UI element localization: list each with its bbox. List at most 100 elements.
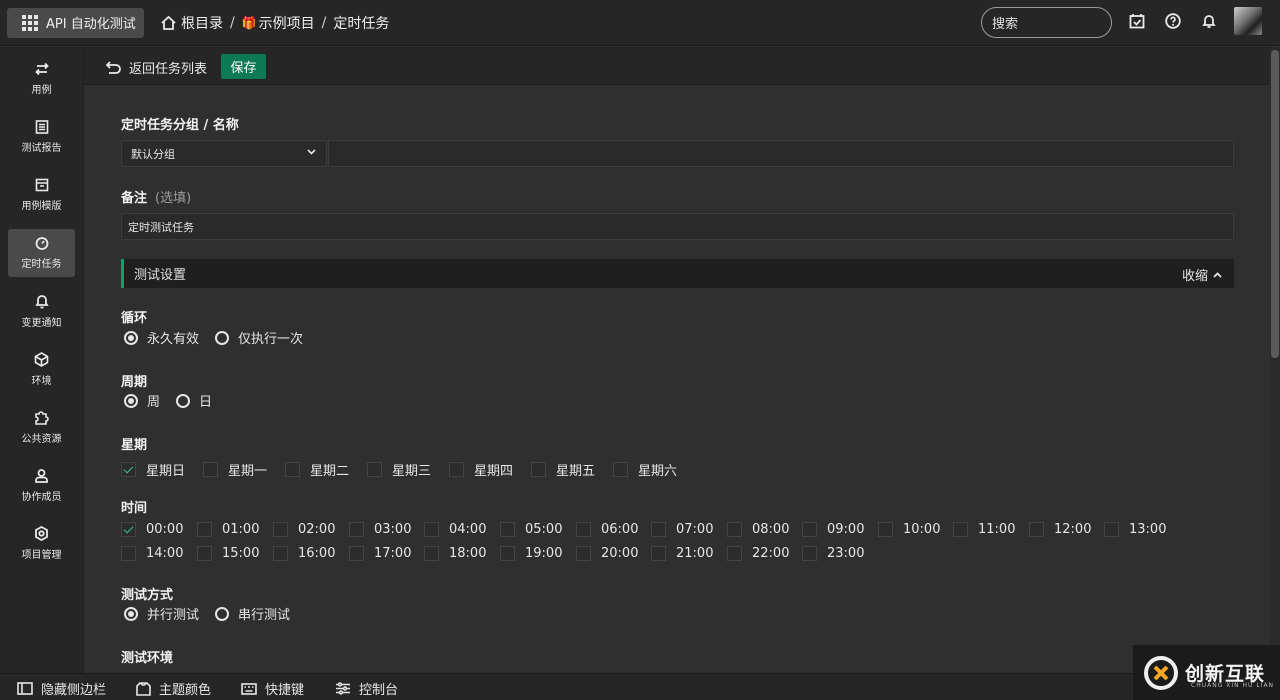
calendar-check-icon[interactable]: [1129, 13, 1145, 29]
checkbox-icon: [203, 462, 218, 477]
weekday-checkbox-sunday[interactable]: 星期日: [121, 460, 185, 479]
mode-option-parallel[interactable]: 并行测试: [124, 604, 199, 623]
group-select[interactable]: 默认分组: [121, 140, 327, 167]
console-label: 控制台: [359, 683, 399, 698]
radio-label: 永久有效: [147, 332, 200, 347]
radio-checked-icon: [124, 393, 138, 408]
search-placeholder: 搜索: [992, 17, 1019, 32]
radio-label: 仅执行一次: [238, 332, 304, 347]
member-icon: [35, 468, 48, 483]
sidebar-item-public-resources[interactable]: 公共资源: [8, 403, 75, 451]
watermark-sub: CHUANG XIN HU LIAN: [1191, 682, 1275, 689]
timer-icon: [35, 237, 48, 250]
time-checkbox-16[interactable]: 16:00: [273, 546, 335, 561]
notification-bell-icon[interactable]: [1201, 13, 1217, 29]
sidebar-item-scheduled-task[interactable]: 定时任务: [8, 229, 75, 277]
sidebar-item-project-management[interactable]: 项目管理: [8, 519, 75, 567]
sidebar-item-change-notice[interactable]: 变更通知: [8, 287, 75, 335]
checkbox-icon: [273, 546, 288, 561]
report-icon: [35, 120, 48, 134]
time-checkbox-02[interactable]: 02:00: [273, 522, 335, 537]
time-checkbox-18[interactable]: 18:00: [424, 546, 486, 561]
chevron-up-icon: [1213, 271, 1222, 278]
time-checkbox-06[interactable]: 06:00: [576, 522, 638, 537]
time-checkbox-22[interactable]: 22:00: [727, 546, 789, 561]
time-checkbox-00[interactable]: 00:00: [121, 522, 183, 537]
period-option-week[interactable]: 周: [124, 391, 160, 410]
time-checkbox-20[interactable]: 20:00: [576, 546, 638, 561]
loop-option-once[interactable]: 仅执行一次: [215, 328, 303, 347]
gift-icon: 🎁: [241, 15, 257, 30]
mode-option-serial[interactable]: 串行测试: [215, 604, 290, 623]
time-checkbox-11[interactable]: 11:00: [953, 522, 1015, 537]
theme-color-label: 主题颜色: [159, 683, 212, 698]
time-checkbox-15[interactable]: 15:00: [197, 546, 259, 561]
time-checkbox-04[interactable]: 04:00: [424, 522, 486, 537]
sidebar-item-label: 公共资源: [21, 433, 62, 445]
checkbox-icon: [197, 522, 212, 537]
save-button[interactable]: 保存: [221, 54, 266, 79]
checkbox-icon: [1029, 522, 1044, 537]
avatar[interactable]: [1234, 7, 1262, 35]
time-checkbox-21[interactable]: 21:00: [651, 546, 713, 561]
time-checkbox-17[interactable]: 17:00: [349, 546, 411, 561]
console-button[interactable]: 控制台: [335, 679, 398, 698]
checkbox-label: 08:00: [752, 522, 790, 537]
time-checkbox-10[interactable]: 10:00: [878, 522, 940, 537]
weekday-checkbox-tuesday[interactable]: 星期二: [285, 460, 349, 479]
checkbox-icon: [349, 522, 364, 537]
remark-input[interactable]: 定时测试任务: [121, 213, 1234, 240]
time-checkbox-05[interactable]: 05:00: [500, 522, 562, 537]
time-checkbox-23[interactable]: 23:00: [802, 546, 864, 561]
time-checkbox-12[interactable]: 12:00: [1029, 522, 1091, 537]
theme-color-button[interactable]: 主题颜色: [136, 679, 211, 698]
sidebar-item-label: 测试报告: [21, 143, 62, 154]
time-checkbox-07[interactable]: 07:00: [651, 522, 713, 537]
breadcrumb-root[interactable]: 根目录: [181, 13, 223, 33]
checkbox-icon: [613, 462, 628, 477]
time-checkbox-14[interactable]: 14:00: [121, 546, 183, 561]
time-checkbox-19[interactable]: 19:00: [500, 546, 562, 561]
weekday-checkbox-monday[interactable]: 星期一: [203, 460, 267, 479]
period-option-day[interactable]: 日: [176, 391, 212, 410]
weekday-checkbox-saturday[interactable]: 星期六: [613, 460, 677, 479]
sidebar-item-template[interactable]: 用例模版: [8, 171, 75, 219]
test-env-label: 测试环境: [121, 651, 174, 666]
time-checkbox-09[interactable]: 09:00: [802, 522, 864, 537]
weekday-checkbox-thursday[interactable]: 星期四: [449, 460, 513, 479]
shortcuts-button[interactable]: 快捷键: [241, 679, 304, 698]
checkbox-label: 04:00: [449, 522, 487, 537]
remark-hint: (选填): [155, 191, 192, 206]
sidebar-item-report[interactable]: 测试报告: [8, 113, 75, 161]
radio-label: 周: [147, 395, 161, 410]
back-to-task-list-button[interactable]: 返回任务列表: [106, 58, 207, 77]
loop-radio-group: 永久有效 仅执行一次: [124, 328, 319, 347]
checkbox-label: 20:00: [601, 546, 639, 561]
sidebar-item-label: 项目管理: [21, 549, 62, 561]
time-checkbox-08[interactable]: 08:00: [727, 522, 789, 537]
home-icon[interactable]: [160, 15, 177, 31]
checkbox-icon: [953, 522, 968, 537]
breadcrumb-project[interactable]: 示例项目: [259, 13, 315, 33]
scrollbar-thumb[interactable]: [1271, 50, 1279, 358]
time-checkbox-03[interactable]: 03:00: [349, 522, 411, 537]
sidebar-item-environment[interactable]: 环境: [8, 345, 75, 393]
weekday-checkbox-friday[interactable]: 星期五: [531, 460, 595, 479]
help-icon[interactable]: [1165, 13, 1181, 29]
sidebar-item-members[interactable]: 协作成员: [8, 461, 75, 509]
search-input[interactable]: 搜索: [981, 7, 1112, 38]
hide-sidebar-button[interactable]: 隐藏侧边栏: [17, 679, 106, 698]
app-switcher-button[interactable]: API 自动化测试: [7, 7, 144, 38]
loop-option-forever[interactable]: 永久有效: [124, 328, 199, 347]
task-name-input[interactable]: [328, 140, 1234, 167]
template-icon: [35, 178, 48, 192]
checkbox-icon: [349, 546, 364, 561]
time-checkbox-01[interactable]: 01:00: [197, 522, 259, 537]
weekday-checkbox-wednesday[interactable]: 星期三: [367, 460, 431, 479]
checkbox-label: 06:00: [601, 522, 639, 537]
time-checkbox-13[interactable]: 13:00: [1104, 522, 1166, 537]
sidebar-item-cases[interactable]: 用例: [8, 55, 75, 103]
checkbox-label: 星期一: [228, 464, 268, 479]
collapse-button[interactable]: 收缩: [1182, 265, 1222, 284]
checkbox-label: 02:00: [298, 522, 336, 537]
